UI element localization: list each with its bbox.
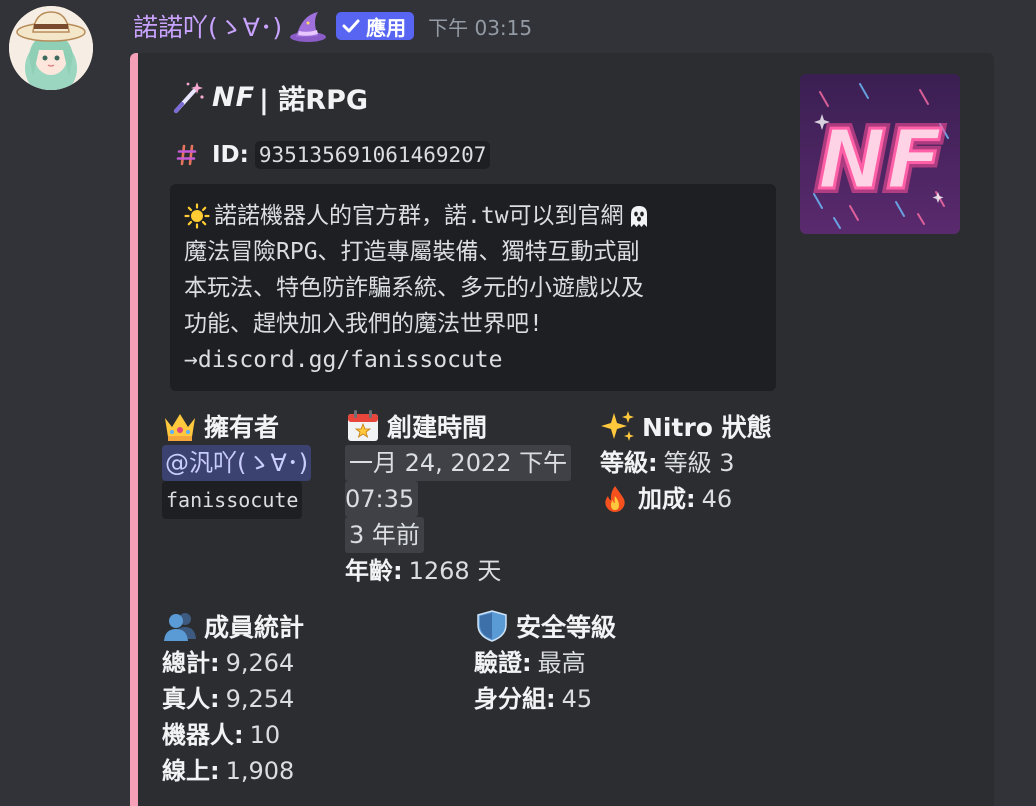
created-relative[interactable]: 3 年前	[345, 517, 424, 553]
wizard-hat-icon	[290, 12, 327, 42]
user-avatar[interactable]	[9, 6, 93, 90]
created-date-part2[interactable]: 07:35	[345, 481, 419, 517]
app-badge: 應用	[336, 12, 415, 40]
members-humans-line: 真人: 9,254	[162, 681, 304, 717]
field-members-title-text: 成員統計	[204, 613, 305, 642]
id-label: ID:	[212, 142, 249, 168]
app-badge-label: 應用	[366, 15, 407, 40]
security-verify-line: 驗證: 最高	[474, 645, 616, 681]
description-codeblock: 諾諾機器人的官方群，諾.tw可以到官網 魔法冒險RPG、打造專屬裝備、獨特互動式…	[170, 184, 776, 391]
description-line-4: 功能、趕快加入我們的魔法世界吧!	[184, 311, 543, 337]
members-online-value: 1,908	[225, 757, 295, 785]
field-nitro-title: Nitro 狀態	[600, 409, 772, 443]
field-security-title: 安全等級	[474, 609, 616, 643]
security-roles-label: 身分組:	[474, 685, 556, 713]
members-total-value: 9,264	[225, 649, 295, 677]
description-line-2: 魔法冒險RPG、打造專屬裝備、獨特互動式副	[184, 239, 640, 265]
field-security-title-text: 安全等級	[516, 613, 617, 642]
field-owner: 擁有者 @汎吖(ゝ∀･) fanissocute	[162, 409, 312, 519]
description-text-1: 諾諾機器人的官方群，諾.tw可以到官網	[214, 203, 624, 229]
nitro-boost-line: 加成: 46	[600, 481, 772, 517]
created-date-line1: 一月 24, 2022 下午	[345, 445, 572, 481]
members-bots-line: 機器人: 10	[162, 717, 304, 753]
security-verify-value: 最高	[537, 649, 586, 677]
description-line-1: 諾諾機器人的官方群，諾.tw可以到官網	[184, 198, 762, 234]
calendar-icon	[348, 410, 378, 441]
age-line: 年齡: 1268 天	[345, 553, 571, 589]
created-date-line2: 07:35	[345, 481, 571, 517]
members-humans-label: 真人:	[162, 685, 220, 713]
created-relative-line: 3 年前	[345, 517, 571, 553]
shield-icon	[477, 610, 507, 642]
members-online-label: 線上:	[162, 757, 220, 785]
members-online-line: 線上: 1,908	[162, 753, 304, 789]
owner-mention-line: @汎吖(ゝ∀･)	[162, 445, 312, 481]
members-bots-value: 10	[249, 721, 281, 749]
username[interactable]: 諾諾吖(ゝ∀･)	[133, 8, 282, 44]
age-value: 1268 天	[408, 557, 502, 585]
message-header: 諾諾吖(ゝ∀･) 應用 下午 03:15	[133, 8, 532, 44]
members-humans-value: 9,254	[225, 685, 295, 713]
owner-username-line: fanissocute	[162, 481, 311, 519]
members-total-line: 總計: 9,264	[162, 645, 304, 681]
server-thumbnail[interactable]: NF NF	[800, 74, 960, 234]
nitro-level-line: 等級: 等級 3	[600, 445, 772, 481]
ghost-icon	[630, 206, 647, 227]
thumbnail-text: NF	[818, 113, 943, 208]
message-timestamp: 下午 03:15	[428, 15, 533, 40]
fire-icon	[605, 486, 625, 512]
security-roles-line: 身分組: 45	[474, 681, 616, 717]
field-nitro-title-text: Nitro 狀態	[642, 413, 772, 442]
field-created: 創建時間 一月 24, 2022 下午 07:35 3 年前 年齡: 1268 …	[345, 409, 572, 589]
field-members-title: 成員統計	[162, 609, 304, 643]
title-nf: NF	[212, 81, 256, 113]
hash-icon	[176, 144, 197, 166]
members-total-label: 總計:	[162, 649, 220, 677]
field-members: 成員統計 總計: 9,264 真人: 9,254 機器人: 10 線上: 1,9…	[162, 609, 304, 789]
security-verify-label: 驗證:	[474, 649, 532, 677]
nitro-boost-value: 46	[701, 485, 733, 513]
field-created-title-text: 創建時間	[387, 413, 488, 442]
embed-title: NF | 諾RPG	[170, 79, 369, 116]
embed-card: NF | 諾RPG ID: 935135691061469207 諾諾機器人的官	[130, 53, 994, 806]
id-value: 935135691061469207	[254, 141, 491, 169]
security-roles-value: 45	[561, 685, 593, 713]
crown-icon	[165, 414, 195, 441]
check-icon	[342, 19, 360, 33]
created-date-part1[interactable]: 一月 24, 2022 下午	[345, 445, 572, 481]
description-line-3: 本玩法、特色防詐騙系統、多元的小遊戲以及	[184, 275, 644, 301]
busts-icon	[164, 613, 196, 641]
sun-icon	[184, 203, 210, 229]
field-owner-title: 擁有者	[162, 409, 311, 443]
nitro-level-label: 等級:	[600, 449, 658, 477]
magic-wand-icon	[174, 82, 204, 113]
nitro-boost-label: 加成:	[638, 485, 696, 513]
owner-username: fanissocute	[162, 481, 303, 519]
age-label: 年齡:	[345, 557, 403, 585]
sparkles-icon	[601, 411, 634, 441]
field-nitro: Nitro 狀態 等級: 等級 3 加成: 46	[600, 409, 772, 517]
field-created-title: 創建時間	[345, 409, 571, 443]
title-rest: | 諾RPG	[259, 84, 369, 116]
field-security: 安全等級 驗證: 最高 身分組: 45	[474, 609, 616, 717]
members-bots-label: 機器人:	[162, 721, 244, 749]
owner-mention[interactable]: @汎吖(ゝ∀･)	[162, 445, 312, 481]
nitro-level-value: 等級 3	[663, 449, 735, 477]
description-link-line: →discord.gg/fanissocute	[184, 347, 503, 373]
server-id-line: ID: 935135691061469207	[176, 139, 491, 171]
field-owner-title-text: 擁有者	[204, 413, 280, 442]
